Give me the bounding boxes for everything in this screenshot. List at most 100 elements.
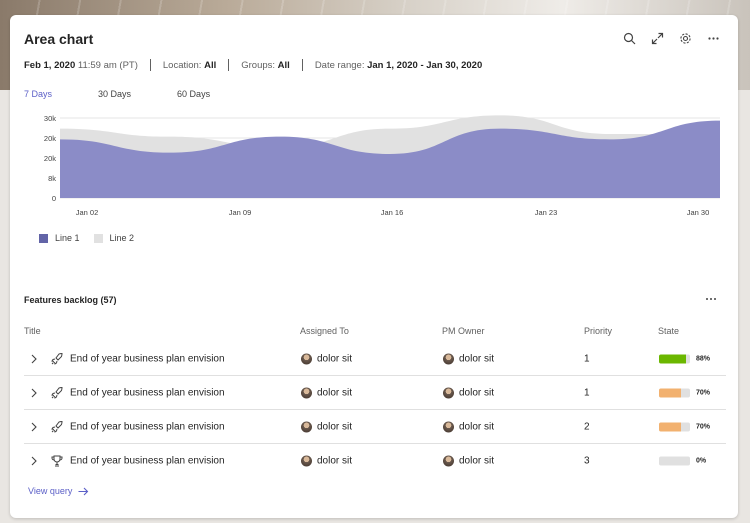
row-title[interactable]: End of year business plan envision xyxy=(70,387,225,398)
priority-value: 1 xyxy=(584,353,590,364)
x-tick-label: Jan 16 xyxy=(381,208,404,217)
chevron-right-icon[interactable] xyxy=(29,354,39,364)
rocket-icon xyxy=(50,352,64,366)
groups-value[interactable]: All xyxy=(278,60,290,71)
state: 70% xyxy=(659,422,710,431)
assigned-name: dolor sit xyxy=(317,387,353,398)
backlog-header: Features backlog (57) xyxy=(24,294,724,310)
pm-owner[interactable]: dolor sit xyxy=(443,353,494,364)
divider xyxy=(149,59,151,71)
table-row[interactable]: End of year business plan envision dolor … xyxy=(24,444,726,478)
pm-owner[interactable]: dolor sit xyxy=(443,455,495,467)
backlog-title: Features backlog (57) xyxy=(24,295,117,305)
legend-swatch xyxy=(93,233,103,243)
state: 0% xyxy=(659,456,707,466)
y-tick-label: 20k xyxy=(44,134,56,143)
header-actions xyxy=(618,27,724,49)
legend-item-line-2[interactable]: Line 2 xyxy=(93,233,135,243)
trophy-icon xyxy=(50,454,64,468)
state-progress-bar xyxy=(659,354,690,363)
rocket-icon xyxy=(50,420,64,434)
owner-name: dolor sit xyxy=(459,455,495,467)
avatar xyxy=(443,455,454,467)
view-query-link[interactable]: View query xyxy=(28,486,89,496)
pm-owner[interactable]: dolor sit xyxy=(443,421,494,432)
row-title[interactable]: End of year business plan envision xyxy=(70,421,225,432)
x-tick-label: Jan 23 xyxy=(535,208,558,217)
more-icon[interactable] xyxy=(702,290,720,308)
table-row[interactable]: End of year business plan envision dolor … xyxy=(24,410,726,444)
pm-owner[interactable]: dolor sit xyxy=(443,387,494,398)
arrow-right-icon xyxy=(78,487,89,495)
card-header: Area chart xyxy=(24,27,724,51)
tab-7-days[interactable]: 7 Days xyxy=(24,89,52,99)
legend-item-line-1[interactable]: Line 1 xyxy=(39,233,80,243)
assigned-name: dolor sit xyxy=(317,353,353,364)
legend-label: Line 2 xyxy=(109,233,135,243)
state-percent: 70% xyxy=(696,389,711,396)
chevron-right-icon[interactable] xyxy=(29,456,39,466)
card-meta: Feb 1, 2020 11:59 am (PT) Location: All … xyxy=(24,59,482,71)
row-title[interactable]: End of year business plan envision xyxy=(70,456,225,467)
search-icon[interactable] xyxy=(618,27,640,49)
location-label: Location: xyxy=(162,59,202,71)
legend-label: Line 1 xyxy=(55,233,80,243)
state-progress-fill xyxy=(659,388,681,397)
rocket-icon xyxy=(50,386,64,400)
date-range-value[interactable]: Jan 1, 2020 - Jan 30, 2020 xyxy=(367,60,482,71)
avatar xyxy=(443,387,454,398)
tab-30-days[interactable]: 30 Days xyxy=(98,89,131,99)
chevron-right-icon[interactable] xyxy=(29,388,39,398)
column-header-state[interactable]: State xyxy=(658,326,679,336)
avatar xyxy=(301,353,312,364)
assigned-to[interactable]: dolor sit xyxy=(301,387,352,398)
state: 88% xyxy=(659,354,710,363)
row-title[interactable]: End of year business plan envision xyxy=(70,353,225,364)
expand-icon[interactable] xyxy=(646,27,668,49)
table-row[interactable]: End of year business plan envision dolor … xyxy=(24,376,726,410)
y-tick-label: 8k xyxy=(48,174,56,183)
state-percent: 88% xyxy=(696,355,711,362)
state-progress-bar xyxy=(659,422,690,431)
assigned-to[interactable]: dolor sit xyxy=(301,455,353,467)
time-range-tabs: 7 Days 30 Days 60 Days xyxy=(24,89,256,99)
avatar xyxy=(301,387,312,398)
chevron-right-icon[interactable] xyxy=(29,422,39,432)
state-progress-fill xyxy=(659,422,681,431)
groups-label: Groups: xyxy=(241,59,276,71)
table-header: Title Assigned To PM Owner Priority Stat… xyxy=(24,326,724,338)
priority-value: 1 xyxy=(584,387,590,398)
y-tick-label: 20k xyxy=(44,154,56,163)
owner-name: dolor sit xyxy=(459,421,495,432)
avatar xyxy=(443,421,454,432)
column-header-title[interactable]: Title xyxy=(24,326,41,336)
gear-icon[interactable] xyxy=(674,27,696,49)
x-tick-label: Jan 09 xyxy=(229,208,252,217)
assigned-to[interactable]: dolor sit xyxy=(301,421,352,432)
area-chart: 0 8k 20k 20k 30k Jan 02 Jan 09 Jan 16 Jan 23 Jan … xyxy=(44,114,720,217)
area-chart-card: Area chart Feb 1, 2020 11:59 am (PT) Loc… xyxy=(10,15,738,518)
owner-name: dolor sit xyxy=(459,387,495,398)
state-progress-fill xyxy=(659,354,687,363)
avatar xyxy=(301,455,312,467)
assigned-name: dolor sit xyxy=(317,455,353,467)
table-row[interactable]: End of year business plan envision dolor … xyxy=(24,342,726,376)
tab-60-days[interactable]: 60 Days xyxy=(177,89,210,99)
divider xyxy=(301,59,303,71)
assigned-to[interactable]: dolor sit xyxy=(301,353,352,364)
backlog-table: End of year business plan envision dolor … xyxy=(24,342,726,478)
location-value[interactable]: All xyxy=(204,60,216,71)
column-header-priority[interactable]: Priority xyxy=(584,326,612,336)
assigned-name: dolor sit xyxy=(317,421,353,432)
avatar xyxy=(443,353,454,364)
y-tick-label: 30k xyxy=(44,114,56,123)
column-header-assigned[interactable]: Assigned To xyxy=(300,326,349,336)
meta-time: 11:59 am (PT) xyxy=(77,59,138,71)
column-header-owner[interactable]: PM Owner xyxy=(442,326,485,336)
state-progress-bar xyxy=(659,388,690,397)
legend-swatch xyxy=(39,233,48,243)
more-icon[interactable] xyxy=(702,27,724,49)
state-percent: 0% xyxy=(696,457,707,465)
chart-legend: Line 1 Line 2 xyxy=(39,233,148,243)
x-tick-label: Jan 02 xyxy=(76,208,99,217)
